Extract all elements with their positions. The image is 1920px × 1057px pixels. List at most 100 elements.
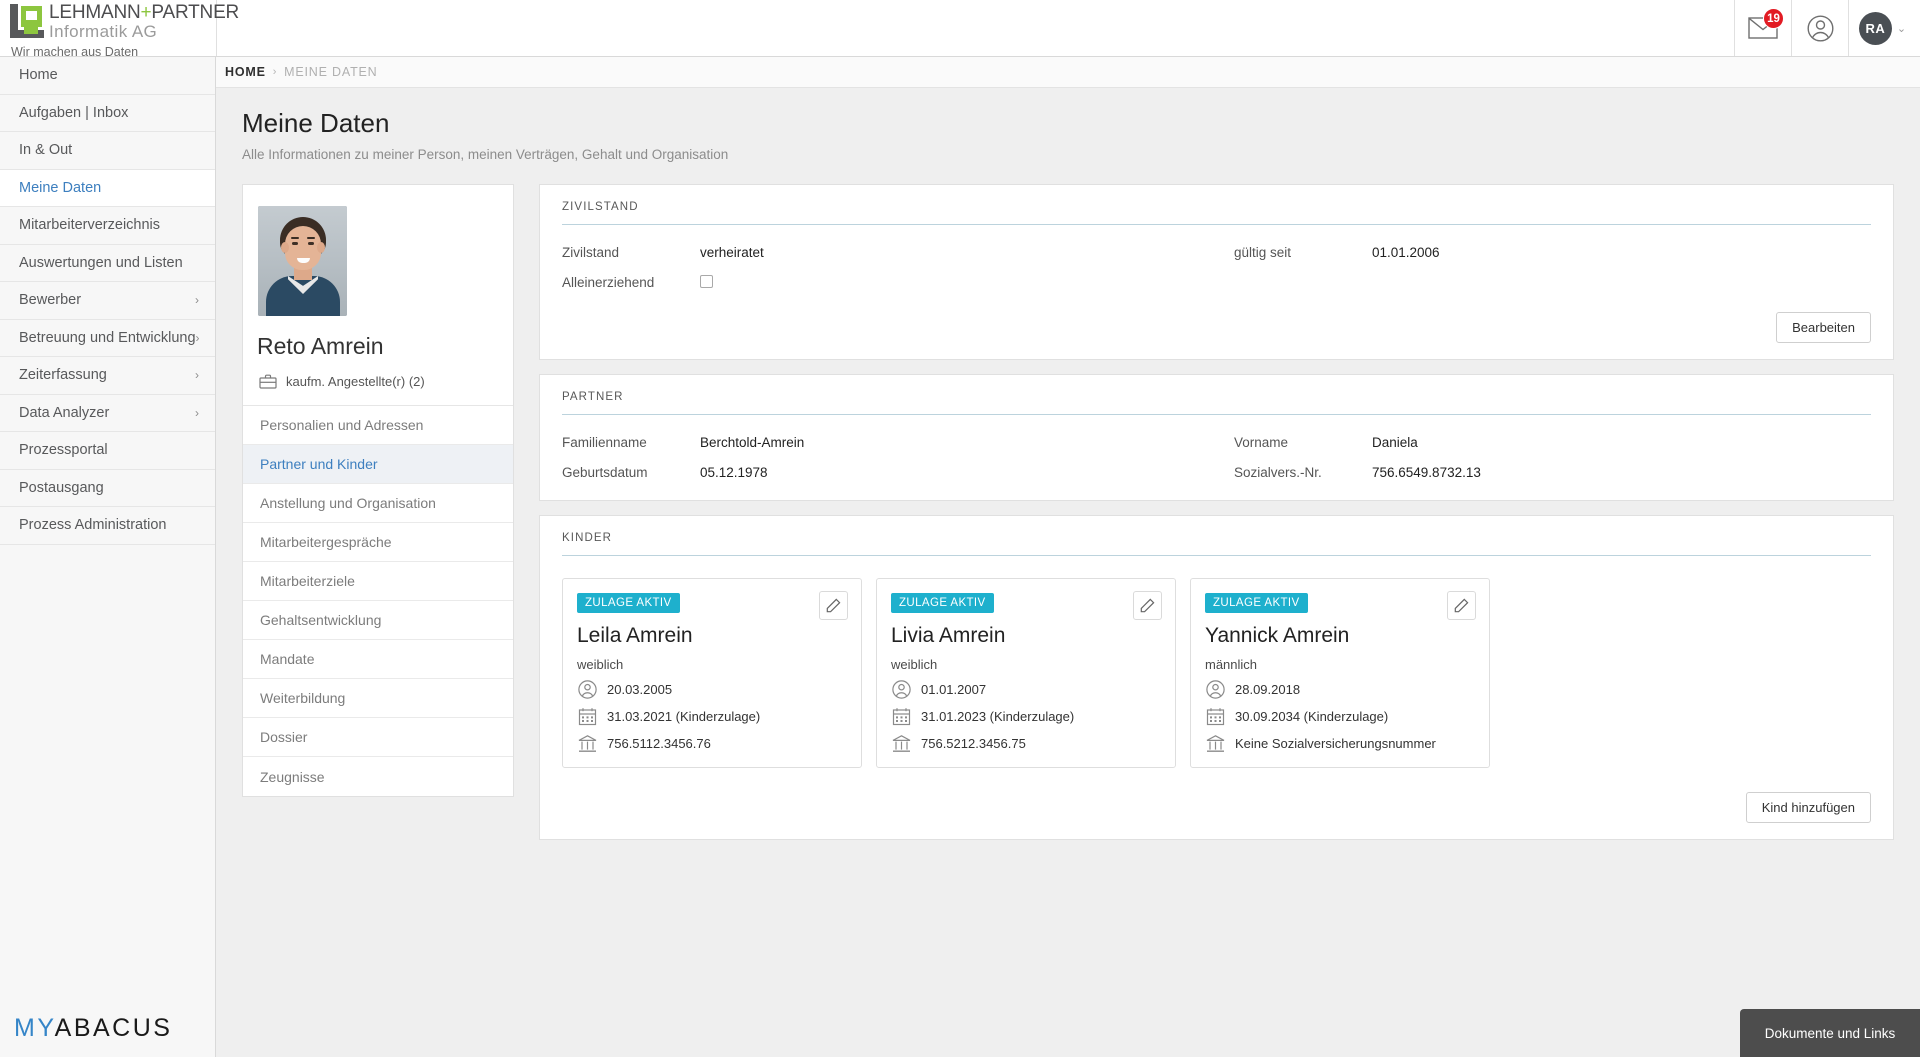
kind-birthdate: 28.09.2018 [1235,681,1301,697]
kind-ssn-row: 756.5212.3456.75 [891,733,1160,753]
tab-label: Dossier [260,729,308,745]
sidebar-item-label: Prozess Administration [19,517,167,534]
profile-card: Reto Amrein kaufm. Angestellte(r) (2) Pe… [242,184,514,797]
dokumente-und-links-tab[interactable]: Dokumente und Links [1740,1009,1920,1057]
briefcase-icon [259,374,277,389]
tab-label: Zeugnisse [260,768,325,785]
kind-name: Yannick Amrein [1205,624,1350,647]
kinder-card-list: ZULAGE AKTIV Leila Amrein weiblich 20.03.20… [562,556,1871,768]
bank-icon [577,733,597,753]
tab-label: Mandate [260,651,315,667]
tab-dossier[interactable]: Dossier [243,718,513,757]
alleinerziehend-checkbox[interactable] [700,275,713,288]
person-icon [891,679,911,699]
field-sozialversnr: Sozialvers.-Nr. 756.6549.8732.13 [1234,465,1481,480]
kind-birthdate-row: 01.01.2007 [891,679,1160,699]
field-label: gültig seit [1234,245,1292,260]
sidebar-item-meine-daten[interactable]: Meine Daten [0,169,215,207]
sidebar-item-label: Mitarbeiterverzeichnis [19,217,161,234]
user-menu-button[interactable]: RA ⌄ [1848,0,1920,56]
messages-button[interactable]: 19 [1734,0,1791,56]
bearbeiten-button[interactable]: Bearbeiten [1776,312,1871,343]
tab-weiterbildung[interactable]: Weiterbildung [243,679,513,718]
sidebar-item-postausgang[interactable]: Postausgang [0,470,215,507]
kind-gender: weiblich [577,657,624,672]
field-label: Vorname [1234,435,1289,450]
lehmann-partner-logo-icon [10,4,44,38]
tab-mitarbeitergespräche[interactable]: Mitarbeitergespräche [243,523,513,562]
tab-label: Gehaltsentwicklung [260,612,382,628]
field-label: Familienname [562,435,647,450]
messages-badge: 19 [1763,8,1784,29]
breadcrumb-home[interactable]: HOME [225,65,266,79]
kind-allowance-row: 31.01.2023 (Kinderzulage) [891,706,1160,726]
field-geburtsdatum: Geburtsdatum 05.12.1978 [562,465,1234,480]
brand-logo[interactable]: LEHMANN+PARTNER Informatik AG Wir machen… [0,0,239,73]
sidebar-item-aufgaben-inbox[interactable]: Aufgaben | Inbox [0,95,215,132]
sidebar-item-label: Home [19,67,58,84]
edit-kind-button[interactable] [1447,591,1476,620]
account-button[interactable] [1791,0,1848,56]
page-subtitle: Alle Informationen zu meiner Person, mei… [242,147,729,162]
pencil-icon [826,598,841,613]
top-bar-actions: 19 RA ⌄ [1734,0,1920,56]
sidebar-item-home[interactable]: Home [0,57,215,95]
sidebar-item-auswertungen-und-listen[interactable]: Auswertungen und Listen [0,245,215,282]
chevron-right-icon: › [195,330,200,345]
kind-allowance-row: 31.03.2021 (Kinderzulage) [577,706,846,726]
field-label: Geburtsdatum [562,465,648,480]
tab-personalien-und-adressen[interactable]: Personalien und Adressen [243,406,513,445]
calendar-icon [891,706,911,726]
person-icon [1205,679,1225,699]
kind-ssn: Keine Sozialversicherungsnummer [1235,735,1436,751]
tab-mandate[interactable]: Mandate [243,640,513,679]
kind-card: ZULAGE AKTIV Yannick Amrein männlich 28.09.… [1190,578,1490,768]
sidebar-nav: Home Aufgaben | Inbox In & Out Meine Daten M… [0,57,215,545]
field-gueltig-seit: gültig seit 01.01.2006 [1234,245,1440,260]
breadcrumb-current: MEINE DATEN [284,65,378,79]
kind-allowance: 31.03.2021 (Kinderzulage) [607,708,761,724]
sidebar-item-betreuung-und-entwicklung[interactable]: Betreuung und Entwicklung › [0,320,215,357]
zivilstand-panel-title: ZIVILSTAND [562,201,1871,225]
field-value: 01.01.2006 [1372,245,1440,260]
chevron-down-icon: ⌄ [1896,22,1907,35]
sidebar-item-label: Betreuung und Entwicklung [19,329,196,346]
pencil-icon [1140,598,1155,613]
tab-label: Mitarbeiterziele [260,573,355,589]
zulage-status-badge: ZULAGE AKTIV [1205,593,1308,613]
edit-kind-button[interactable] [1133,591,1162,620]
sidebar-item-in-out[interactable]: In & Out [0,132,215,170]
sidebar-item-prozessportal[interactable]: Prozessportal [0,432,215,470]
kind-hinzufuegen-button[interactable]: Kind hinzufügen [1745,792,1871,823]
edit-kind-button[interactable] [819,591,848,620]
sidebar-item-label: In & Out [19,142,73,159]
tab-partner-und-kinder[interactable]: Partner und Kinder [243,445,513,484]
partner-panel: PARTNER Familienname Berchtold-Amrein Ge… [539,374,1894,501]
bank-icon [1205,733,1225,753]
sidebar-item-prozess-administration[interactable]: Prozess Administration [0,507,215,545]
sidebar-item-data-analyzer[interactable]: Data Analyzer › [0,395,215,432]
profile-photo-wrap [243,185,513,316]
kind-allowance: 31.01.2023 (Kinderzulage) [921,708,1075,724]
sidebar-item-bewerber[interactable]: Bewerber › [0,282,215,320]
sidebar-item-mitarbeiterverzeichnis[interactable]: Mitarbeiterverzeichnis [0,207,215,245]
sidebar-item-label: Postausgang [19,479,104,496]
sidebar-item-label: Data Analyzer [19,404,110,421]
tab-gehaltsentwicklung[interactable]: Gehaltsentwicklung [243,601,513,640]
calendar-icon [1205,706,1225,726]
tab-zeugnisse[interactable]: Zeugnisse [243,757,513,796]
tab-anstellung-und-organisation[interactable]: Anstellung und Organisation [243,484,513,523]
field-value: 756.6549.8732.13 [1372,465,1481,480]
kind-birthdate: 20.03.2005 [607,681,673,697]
profile-name: Reto Amrein [257,333,384,359]
sidebar-item-label: Zeiterfassung [19,367,107,384]
kind-birthdate-row: 28.09.2018 [1205,679,1474,699]
tab-mitarbeiterziele[interactable]: Mitarbeiterziele [243,562,513,601]
profile-tab-list: Personalien und Adressen Partner und Kind… [243,406,513,796]
sidebar-item-zeiterfassung[interactable]: Zeiterfassung › [0,357,215,395]
pencil-icon [1454,598,1469,613]
sidebar-item-label: Meine Daten [19,179,102,196]
sidebar-item-label: Bewerber [19,292,82,309]
page-title: Meine Daten [242,108,390,138]
brand-line-1: LEHMANN+PARTNER [49,2,240,23]
